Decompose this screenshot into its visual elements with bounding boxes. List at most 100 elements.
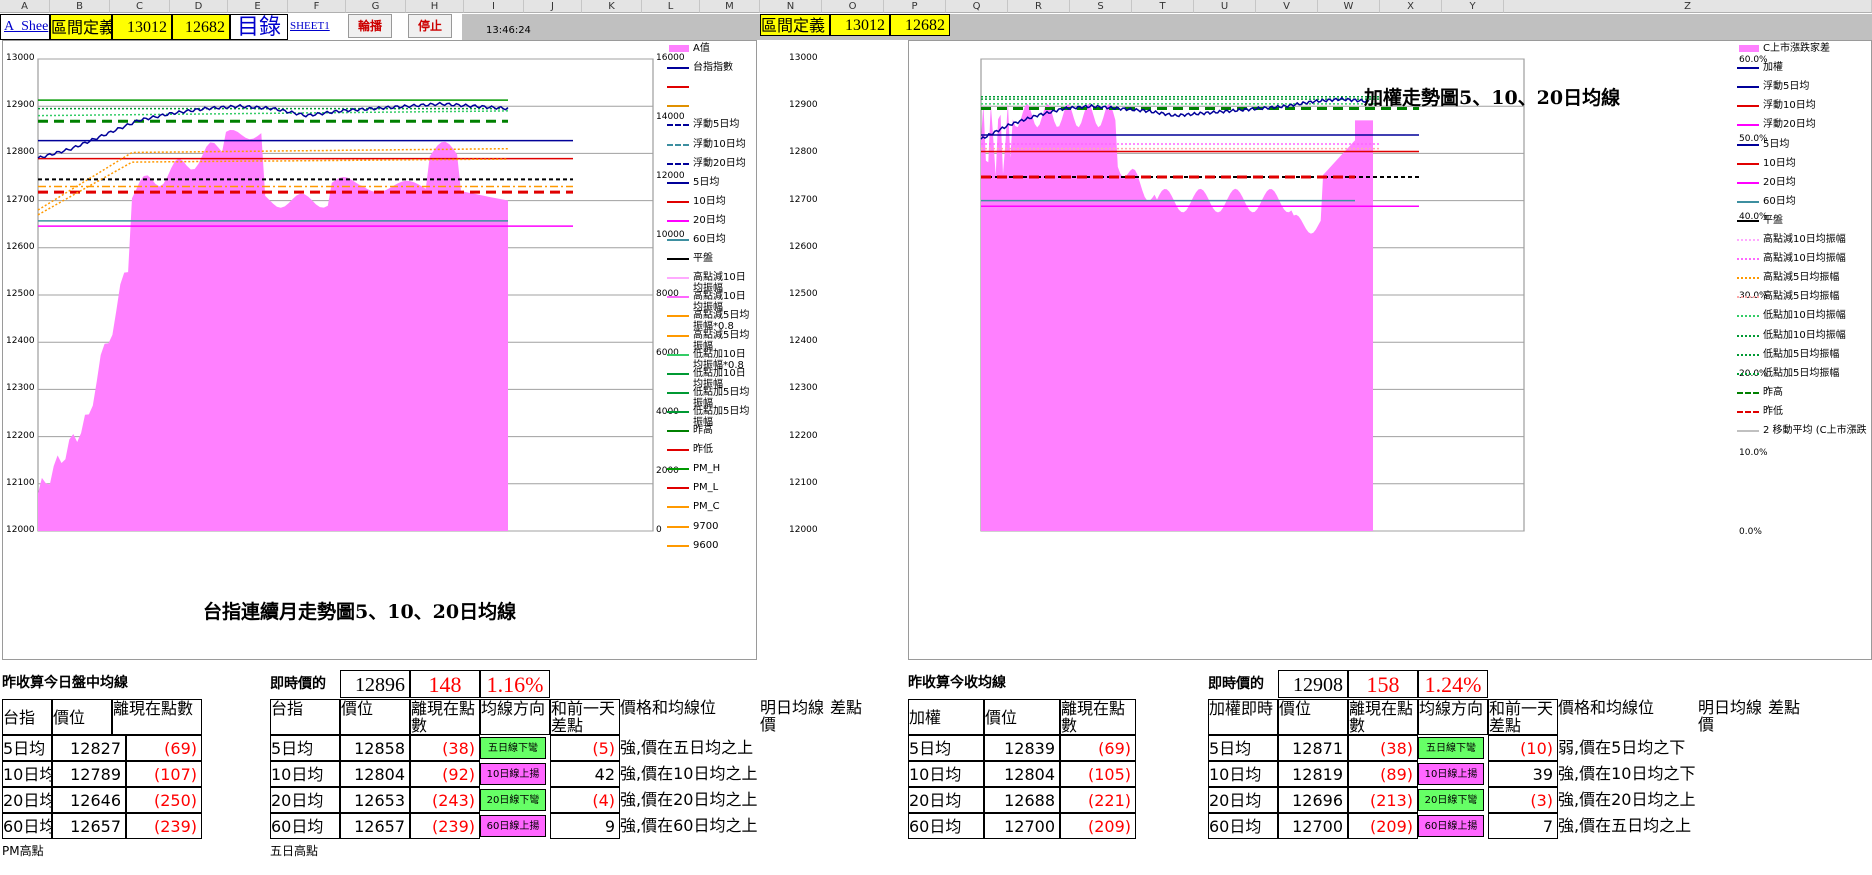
table2-diff: (243) [410, 787, 480, 813]
legend-swatch [667, 239, 689, 241]
legend-entry: 低點加5日均振幅 [667, 387, 755, 409]
column-header-J[interactable]: J [524, 0, 582, 13]
table4-prev-diff: 7 [1488, 813, 1558, 839]
column-header-T[interactable]: T [1132, 0, 1194, 13]
legend-swatch [1737, 430, 1759, 432]
legend-label: 2 移動平均 (C上市漲跌 [1763, 425, 1867, 436]
legend-swatch [667, 258, 689, 261]
legend-swatch [1737, 162, 1759, 165]
legend-entry: 高點減5日均振幅 [667, 330, 755, 352]
right-chart[interactable]: 13000 12900 12800 12700 12600 12500 12400 12300… [789, 40, 1872, 660]
legend-entry: 昨低 [1737, 406, 1871, 424]
column-header-L[interactable]: L [642, 0, 700, 13]
column-header-N[interactable]: N [760, 0, 822, 13]
range-hi-right: 13012 [830, 14, 890, 36]
table4-now-pct: 1.24% [1418, 670, 1488, 698]
legend-label: 昨高 [693, 425, 713, 436]
column-header-Q[interactable]: Q [946, 0, 1008, 13]
legend-label: 加權 [1763, 62, 1783, 74]
table3-price: 12700 [984, 813, 1060, 839]
table4-row-label: 10日均 [1208, 761, 1278, 787]
legend-swatch [667, 506, 689, 509]
y-tick-label: 12800 [789, 147, 818, 158]
column-header-P[interactable]: P [884, 0, 946, 13]
legend-label: 20日均 [693, 214, 726, 226]
y-tick-label: 13000 [6, 53, 35, 63]
table3-header-cell: 加權 [908, 699, 984, 735]
table4-now-price: 12908 [1278, 670, 1348, 698]
legend-entry: A值 [667, 43, 755, 61]
table2-price: 12653 [340, 787, 410, 813]
legend-label: 高點減5日均振幅 [1763, 272, 1840, 284]
legend-label: PM_L [693, 482, 719, 494]
column-header-F[interactable]: F [288, 0, 346, 13]
table4-price: 12819 [1278, 761, 1348, 787]
left-chart[interactable]: 13000 12900 12800 12700 12600 12500 12400 12300… [2, 40, 757, 660]
column-header-D[interactable]: D [170, 0, 228, 13]
right-chart-title: 加權走勢圖5、10、20日均線 [1364, 87, 1621, 109]
legend-swatch [667, 219, 689, 222]
legend-label: 9700 [693, 520, 719, 532]
legend-swatch [1737, 86, 1759, 89]
legend-entry: 浮動20日均 [1737, 119, 1871, 137]
column-header-C[interactable]: C [110, 0, 170, 13]
table1-header-cell: 價位 [52, 699, 112, 735]
legend-entry: 10日均 [1737, 158, 1871, 176]
table2-diff: (239) [410, 813, 480, 839]
column-header-G[interactable]: G [346, 0, 406, 13]
table4-row-label: 20日均 [1208, 787, 1278, 813]
legend-label: 10日均 [1763, 157, 1796, 169]
table1-diff: (69) [126, 735, 202, 761]
table2-price: 12804 [340, 761, 410, 787]
column-header-S[interactable]: S [1070, 0, 1132, 13]
table2-header-cell: 價位 [340, 699, 410, 735]
y-tick-label: 13000 [789, 53, 818, 63]
rotate-button[interactable]: 輪播 [348, 14, 392, 38]
table1-diff: (107) [126, 761, 202, 787]
column-header-Z[interactable]: Z [1504, 0, 1872, 13]
column-header-I[interactable]: I [464, 0, 524, 13]
column-header-E[interactable]: E [228, 0, 288, 13]
legend-entry: 低點加10日均振幅 [667, 368, 755, 390]
legend-swatch [667, 315, 689, 318]
table1-header-cell: 台指 [2, 699, 52, 735]
range-def-label: 區間定義 [50, 14, 112, 40]
column-header-A[interactable]: A [0, 0, 50, 13]
column-header-B[interactable]: B [50, 0, 110, 13]
catalog-link[interactable]: 目錄 [230, 14, 288, 40]
column-header-M[interactable]: M [700, 0, 760, 13]
column-header-X[interactable]: X [1380, 0, 1442, 13]
table2-header-cell: 均線方向 [480, 699, 550, 735]
column-header-H[interactable]: H [406, 0, 464, 13]
legend-label: 高點減10日均振幅 [1763, 253, 1846, 265]
table1-diff: (250) [126, 787, 202, 813]
a-sheet-link[interactable]: A_Shee [0, 14, 50, 40]
stop-button[interactable]: 停止 [408, 14, 452, 38]
legend-label: 9600 [693, 539, 719, 551]
column-header-R[interactable]: R [1008, 0, 1070, 13]
column-header-W[interactable]: W [1318, 0, 1380, 13]
legend-entry: 浮動10日均 [667, 139, 755, 157]
column-header-Y[interactable]: Y [1442, 0, 1504, 13]
column-header-K[interactable]: K [582, 0, 642, 13]
table4-price: 12696 [1278, 787, 1348, 813]
table3-title: 昨收算今收均線 [908, 675, 1006, 691]
legend-swatch [667, 105, 689, 108]
legend-swatch [667, 86, 689, 89]
table2-header-cell: 價格和均線位 [620, 699, 717, 717]
table3-row-label: 60日均 [908, 813, 984, 839]
legend-entry: 台指指數 [667, 62, 755, 80]
y-tick-label: 12000 [789, 525, 818, 535]
sheet1-link[interactable]: SHEET1 [290, 20, 340, 36]
legend-entry: 浮動5日均 [667, 119, 755, 137]
y2-tick-label: 0 [656, 525, 662, 535]
table2-position-text: 強,價在20日均之上 [620, 790, 758, 809]
legend-label: PM_C [693, 501, 720, 513]
column-header-O[interactable]: O [822, 0, 884, 13]
column-header-V[interactable]: V [1256, 0, 1318, 13]
column-header-U[interactable]: U [1194, 0, 1256, 13]
legend-entry: 低點加10日均振幅*0.8 [667, 349, 755, 371]
legend-entry: 高點減10日均振幅 [1737, 253, 1871, 271]
y-tick-label: 12400 [789, 336, 818, 347]
table4-header-cell: 和前一天差點 [1488, 699, 1558, 735]
